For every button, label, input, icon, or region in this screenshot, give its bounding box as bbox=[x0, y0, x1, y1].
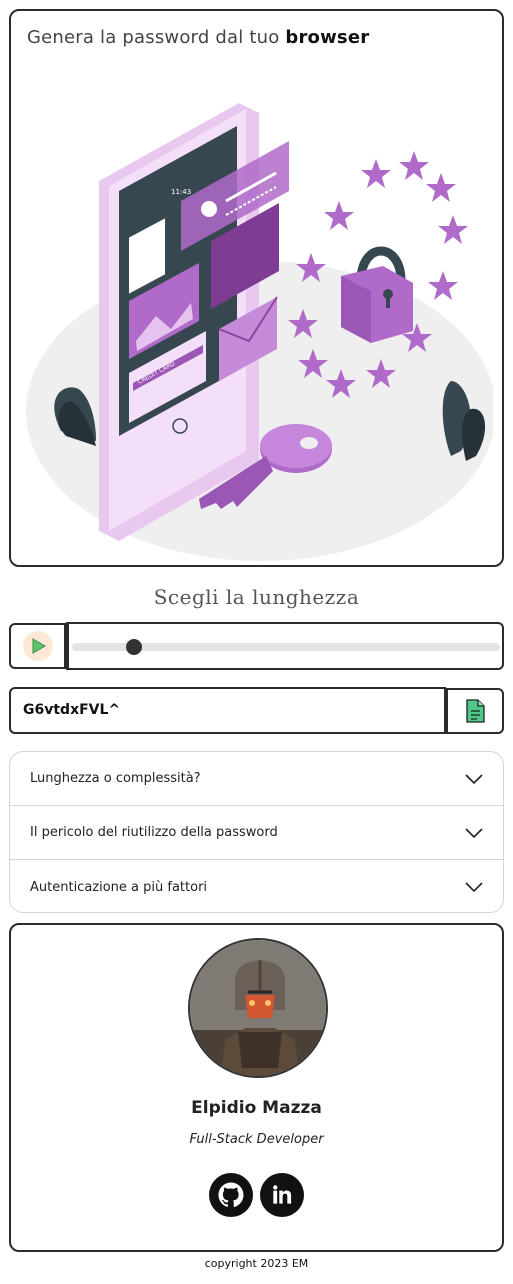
copy-document-icon bbox=[466, 699, 485, 723]
avatar bbox=[188, 938, 328, 1078]
linkedin-icon[interactable] bbox=[260, 1173, 304, 1217]
length-slider[interactable] bbox=[66, 622, 504, 670]
copyright: copyright 2023 EM bbox=[204, 1257, 309, 1270]
chevron-down-icon bbox=[465, 827, 483, 838]
hero-title-text: Genera la password dal tuo bbox=[27, 27, 286, 48]
copy-button[interactable] bbox=[446, 688, 504, 734]
profile-role: Full-Stack Developer bbox=[189, 1132, 324, 1147]
github-icon[interactable] bbox=[209, 1173, 253, 1217]
hero-title-bold: browser bbox=[285, 27, 370, 48]
play-icon bbox=[22, 631, 53, 661]
faq-item-label: Il pericolo del riutilizzo della passwor… bbox=[30, 825, 278, 840]
faq-item-mfa[interactable]: Autenticazione a più fattori bbox=[10, 860, 503, 912]
hero-title: Genera la password dal tuo browser bbox=[27, 27, 369, 48]
social-links bbox=[11, 1173, 502, 1217]
faq-item-reuse[interactable]: Il pericolo del riutilizzo della passwor… bbox=[10, 806, 503, 860]
password-value[interactable]: G6vtdxFVL^ bbox=[23, 702, 120, 718]
password-output[interactable]: G6vtdxFVL^ bbox=[9, 687, 446, 734]
slider-thumb[interactable] bbox=[125, 639, 142, 655]
profile-name: Elpidio Mazza bbox=[191, 1098, 322, 1118]
faq-accordion: Lunghezza o complessità? Il pericolo del… bbox=[9, 751, 504, 913]
phone-time: 11:43 bbox=[171, 188, 191, 196]
padlock-icon bbox=[341, 246, 413, 343]
faq-item-label: Lunghezza o complessità? bbox=[30, 771, 201, 786]
generate-play-button[interactable] bbox=[9, 623, 66, 669]
hero-card: Genera la password dal tuo browser 11:43… bbox=[9, 9, 504, 567]
length-title: Scegli la lunghezza bbox=[153, 585, 360, 609]
faq-item-complexity[interactable]: Lunghezza o complessità? bbox=[10, 752, 503, 806]
profile-card: Elpidio Mazza Full-Stack Developer bbox=[9, 923, 504, 1252]
security-illustration: 11:43 CREDIT CARD bbox=[26, 103, 493, 561]
chevron-down-icon bbox=[465, 882, 483, 892]
faq-item-label: Autenticazione a più fattori bbox=[30, 879, 208, 895]
chevron-down-icon bbox=[465, 773, 483, 784]
